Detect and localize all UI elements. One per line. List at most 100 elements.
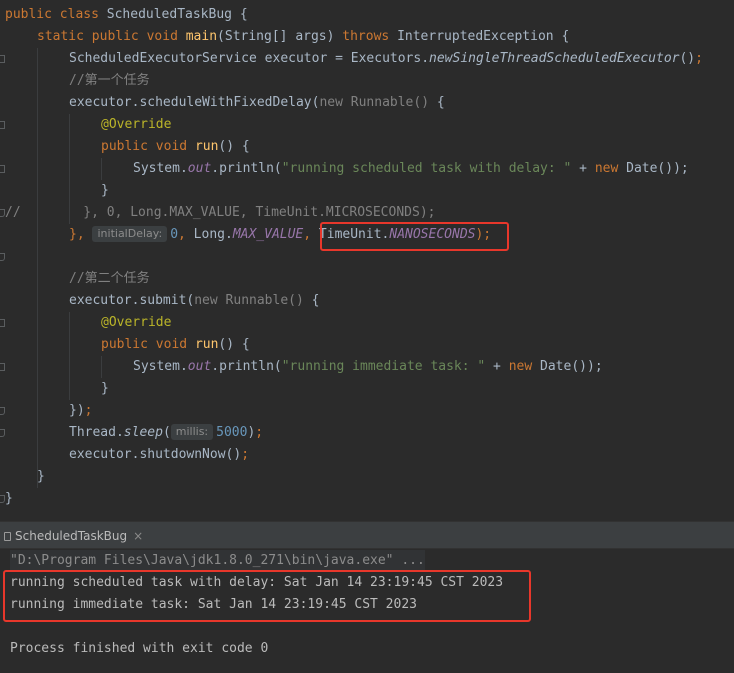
keyword: new: [319, 95, 343, 110]
console-output-line: running immediate task: Sat Jan 14 23:19…: [10, 597, 417, 612]
code-text: (: [162, 425, 171, 440]
run-tab[interactable]: ScheduledTaskBug ×: [0, 525, 153, 547]
code-line-5: executor.scheduleWithFixedDelay(new Runn…: [0, 92, 734, 129]
semicolon: ;: [695, 51, 703, 66]
keyword: new: [508, 359, 533, 374]
keyword: throws: [342, 29, 390, 44]
method-name: main: [185, 29, 218, 44]
code-text: );: [475, 227, 492, 242]
operator: +: [571, 161, 595, 176]
parameter-hint: millis:: [170, 424, 214, 440]
code-line-17: System.out.println("running immediate ta…: [0, 356, 734, 378]
code-editor[interactable]: public class ScheduledTaskBug { static p…: [0, 0, 734, 521]
code-line-15: @Override: [0, 312, 734, 334]
code-line-8: System.out.println("running scheduled ta…: [0, 158, 734, 180]
code-line-6: @Override: [0, 114, 734, 136]
semicolon: ;: [84, 403, 93, 418]
close-icon[interactable]: ×: [133, 529, 143, 543]
code-text: () {: [218, 337, 250, 352]
code-line-2: static public void main(String[] args) t…: [0, 26, 734, 63]
code-line-7: public void run() {: [0, 136, 734, 173]
console-output[interactable]: "D:\Program Files\Java\jdk1.8.0_271\bin\…: [0, 549, 734, 673]
comma: ,: [303, 227, 312, 242]
comma: ,: [178, 227, 186, 242]
code-line-16: public void run() {: [0, 334, 734, 371]
class-name: ScheduledTaskBug: [106, 7, 232, 22]
number-literal: 0: [170, 227, 179, 242]
brace: }: [101, 381, 109, 396]
brace: {: [239, 7, 248, 22]
code-line-14: executor.submit(new Runnable() {: [0, 290, 734, 327]
keyword: new: [594, 161, 619, 176]
method-call: newSingleThreadScheduledExecutor: [429, 51, 680, 66]
code-text: .println(: [211, 359, 282, 374]
keyword: public: [91, 29, 139, 44]
comment: //第二个任务: [69, 271, 150, 286]
code-text: {: [303, 293, 320, 308]
code-line-4: //第一个任务: [0, 70, 734, 92]
code-text: Date());: [618, 161, 689, 176]
type-name: Runnable(): [350, 95, 430, 110]
method-name: run: [194, 139, 219, 154]
code-line-1: public class ScheduledTaskBug {: [0, 4, 734, 26]
code-line-10: // }, 0, Long.MAX_VALUE, TimeUnit.MICROS…: [0, 202, 734, 224]
exception-type: InterruptedException {: [397, 29, 570, 44]
code-line-19: });: [0, 400, 734, 437]
run-tool-window-header: ScheduledTaskBug ×: [0, 522, 734, 549]
code-line-20: Thread.sleep(millis: 5000);: [0, 422, 734, 444]
code-text: executor.shutdownNow(): [69, 447, 242, 462]
code-text: .println(: [211, 161, 282, 176]
code-text: },: [69, 227, 93, 242]
semicolon: ;: [241, 447, 250, 462]
keyword: void: [155, 139, 188, 154]
code-line-21: executor.shutdownNow();: [0, 444, 734, 466]
comment: // }, 0, Long.MAX_VALUE, TimeUnit.MICROS…: [5, 205, 436, 220]
code-text: TimeUnit.: [318, 227, 390, 242]
keyword: class: [59, 7, 99, 22]
keyword: public: [101, 337, 148, 352]
annotation: @Override: [101, 117, 172, 132]
console-command-line[interactable]: "D:\Program Files\Java\jdk1.8.0_271\bin\…: [10, 550, 425, 572]
field: out: [187, 161, 212, 176]
code-text: }): [69, 403, 85, 418]
field: out: [187, 359, 212, 374]
code-line-11: }, initialDelay: 0, Long.MAX_VALUE, TimeU…: [0, 224, 734, 261]
brace: }: [37, 469, 45, 484]
method-call: sleep: [123, 425, 163, 440]
brace: }: [101, 183, 109, 198]
string-literal: "running scheduled task with delay: ": [281, 161, 572, 176]
code-text: (): [679, 51, 696, 66]
code-text: System.: [133, 161, 188, 176]
run-tab-label: ScheduledTaskBug: [15, 529, 128, 543]
keyword: public: [5, 7, 52, 22]
code-text: Thread.: [69, 425, 124, 440]
code-line-23: }: [0, 488, 734, 510]
keyword: static: [37, 29, 84, 44]
code-text: {: [429, 95, 445, 110]
keyword: void: [146, 29, 178, 44]
run-config-icon: [4, 531, 11, 541]
code-line-13: //第二个任务: [0, 268, 734, 290]
string-literal: "running immediate task: ": [281, 359, 486, 374]
keyword: public: [101, 139, 148, 154]
code-text: () {: [218, 139, 250, 154]
code-text: executor.scheduleWithFixedDelay(: [69, 95, 320, 110]
parameter-hint: initialDelay:: [92, 226, 168, 242]
fold-marker-icon[interactable]: [0, 246, 6, 268]
code-text: executor.submit(: [69, 293, 195, 308]
code-text: Long.: [185, 227, 233, 242]
method-name: run: [194, 337, 219, 352]
semicolon: ;: [255, 425, 264, 440]
console-exit-line: Process finished with exit code 0: [10, 641, 269, 656]
code-text: ScheduledExecutorService executor = Exec…: [69, 51, 430, 66]
code-text: Date());: [532, 359, 603, 374]
constant: MAX_VALUE: [232, 227, 304, 242]
params: (String[] args): [217, 29, 335, 44]
constant: NANOSECONDS: [389, 227, 476, 242]
operator: +: [485, 359, 509, 374]
brace: }: [5, 491, 13, 506]
keyword: new: [194, 293, 218, 308]
code-line-18: }: [0, 378, 734, 415]
number-literal: 5000: [216, 425, 248, 440]
keyword: void: [155, 337, 188, 352]
